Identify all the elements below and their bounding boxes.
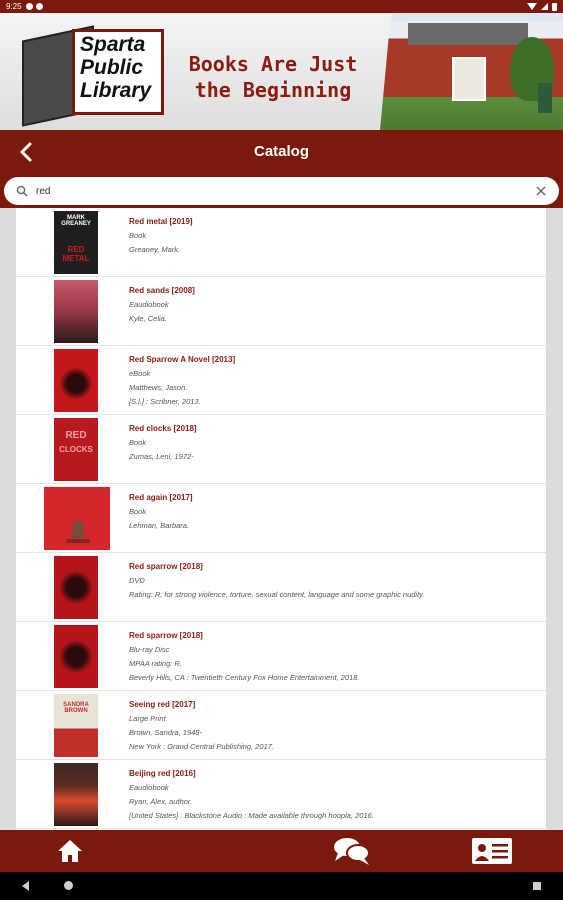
result-publisher: [United States] : Blackstone Audio : Mad…	[129, 811, 374, 820]
result-title[interactable]: Red sparrow [2018]	[129, 631, 203, 640]
chat-button[interactable]	[330, 836, 374, 866]
result-title[interactable]: Red sands [2008]	[129, 286, 195, 295]
home-icon	[58, 840, 82, 862]
search-icon	[16, 185, 28, 197]
status-time: 9:25	[6, 2, 22, 11]
system-back-icon[interactable]	[22, 881, 29, 891]
result-format: Blu-ray Disc	[129, 645, 170, 654]
list-item[interactable]: SANDRA BROWN Seeing red [2017] Large Pri…	[16, 691, 546, 760]
photo-roof	[408, 23, 528, 45]
system-home-icon[interactable]	[64, 881, 73, 890]
result-author: Brown, Sandra, 1948-	[129, 728, 202, 737]
list-item[interactable]: Beijing red [2016] Eaudiobook Ryan, Alex…	[16, 760, 546, 829]
result-publisher: New York : Grand Central Publishing, 201…	[129, 742, 274, 751]
result-format: eBook	[129, 369, 151, 378]
result-author: Ryan, Alex, author.	[129, 797, 193, 806]
list-item[interactable]: Red sands [2008] Eaudiobook Kyle, Celia.	[16, 277, 546, 346]
list-item[interactable]: Red Sparrow A Novel [2013] eBook Matthew…	[16, 346, 546, 415]
result-format: Eaudiobook	[129, 300, 169, 309]
book-cover	[54, 556, 98, 619]
page-title: Catalog	[253, 143, 309, 160]
chat-icon	[334, 838, 370, 865]
result-publisher: [S.l.] : Scribner, 2013.	[129, 397, 201, 406]
search-area	[0, 174, 563, 208]
result-publisher: Beverly Hills, CA : Twentieth Century Fo…	[129, 673, 360, 682]
result-title[interactable]: Seeing red [2017]	[129, 700, 195, 709]
book-cover: RED CLOCKS	[54, 418, 98, 481]
cover-figure-shadow	[66, 539, 90, 543]
library-card-icon	[472, 838, 512, 864]
library-logo-text: Sparta Public Library	[80, 33, 152, 102]
system-navigation-bar	[0, 872, 563, 900]
battery-icon	[552, 2, 557, 11]
settings-status-icon	[25, 3, 33, 10]
search-input[interactable]	[36, 185, 535, 197]
result-format: DVD	[129, 576, 145, 585]
chevron-left-icon	[20, 142, 32, 162]
result-author: Kyle, Celia.	[129, 314, 167, 323]
banner-tagline: Books Are Just the Beginning	[188, 52, 358, 102]
book-cover: MARK GREANEY RED METAL	[54, 211, 98, 274]
result-title[interactable]: Red again [2017]	[129, 493, 193, 502]
result-format: Eaudiobook	[129, 783, 169, 792]
cover-subtitle-text: CLOCKS	[59, 445, 93, 454]
search-box[interactable]	[4, 177, 559, 205]
list-item[interactable]: Red again [2017] Book Lehman, Barbara.	[16, 484, 546, 553]
result-format: Book	[129, 438, 147, 447]
bottom-navigation	[0, 830, 563, 872]
cover-author-text: MARK GREANEY	[61, 215, 91, 227]
result-title[interactable]: Beijing red [2016]	[129, 769, 196, 778]
back-button[interactable]	[12, 138, 40, 166]
clear-icon[interactable]	[535, 185, 547, 197]
cover-author-text: SANDRA BROWN	[63, 702, 89, 714]
result-rating: Rating: R; for strong violence, torture,…	[129, 590, 425, 599]
result-title[interactable]: Red metal [2019]	[129, 217, 193, 226]
result-format: Book	[129, 231, 147, 240]
photo-sign	[538, 83, 552, 113]
book-cover	[54, 763, 98, 826]
results-list: MARK GREANEY RED METAL Red metal [2019] …	[16, 208, 546, 830]
home-button[interactable]	[52, 836, 88, 866]
book-cover: SANDRA BROWN	[54, 694, 98, 757]
book-cover	[54, 625, 98, 688]
book-cover	[54, 280, 98, 343]
result-author: Lehman, Barbara.	[129, 521, 190, 530]
cover-figure	[72, 521, 84, 541]
result-author: Greaney, Mark.	[129, 245, 181, 254]
cover-title-text: RED	[65, 430, 87, 441]
result-title[interactable]: Red clocks [2018]	[129, 424, 197, 433]
result-author: Zumas, Leni, 1972-	[129, 452, 194, 461]
signal-icon	[541, 3, 548, 10]
result-format: Book	[129, 507, 147, 516]
photo-entrance	[452, 57, 486, 101]
app-bar: Catalog	[0, 130, 563, 174]
system-recents-icon[interactable]	[533, 882, 541, 890]
book-cover	[54, 349, 98, 412]
library-card-button[interactable]	[470, 836, 514, 866]
result-title[interactable]: Red Sparrow A Novel [2013]	[129, 355, 235, 364]
list-item[interactable]: MARK GREANEY RED METAL Red metal [2019] …	[16, 208, 546, 277]
result-author: Matthews, Jason.	[129, 383, 188, 392]
notification-status-icon	[35, 3, 43, 10]
list-item[interactable]: Red sparrow [2018] DVD Rating: R; for st…	[16, 553, 546, 622]
photo-sky	[392, 13, 563, 21]
result-title[interactable]: Red sparrow [2018]	[129, 562, 203, 571]
status-bar: 9:25	[0, 0, 563, 13]
result-format: Large Print	[129, 714, 166, 723]
book-cover	[44, 487, 110, 550]
wifi-icon	[527, 3, 537, 10]
list-item[interactable]: RED CLOCKS Red clocks [2018] Book Zumas,…	[16, 415, 546, 484]
library-banner: Sparta Public Library Books Are Just the…	[0, 13, 563, 130]
result-rating: MPAA rating: R.	[129, 659, 182, 668]
cover-title-text: RED METAL	[62, 245, 90, 263]
list-item[interactable]: Red sparrow [2018] Blu-ray Disc MPAA rat…	[16, 622, 546, 691]
